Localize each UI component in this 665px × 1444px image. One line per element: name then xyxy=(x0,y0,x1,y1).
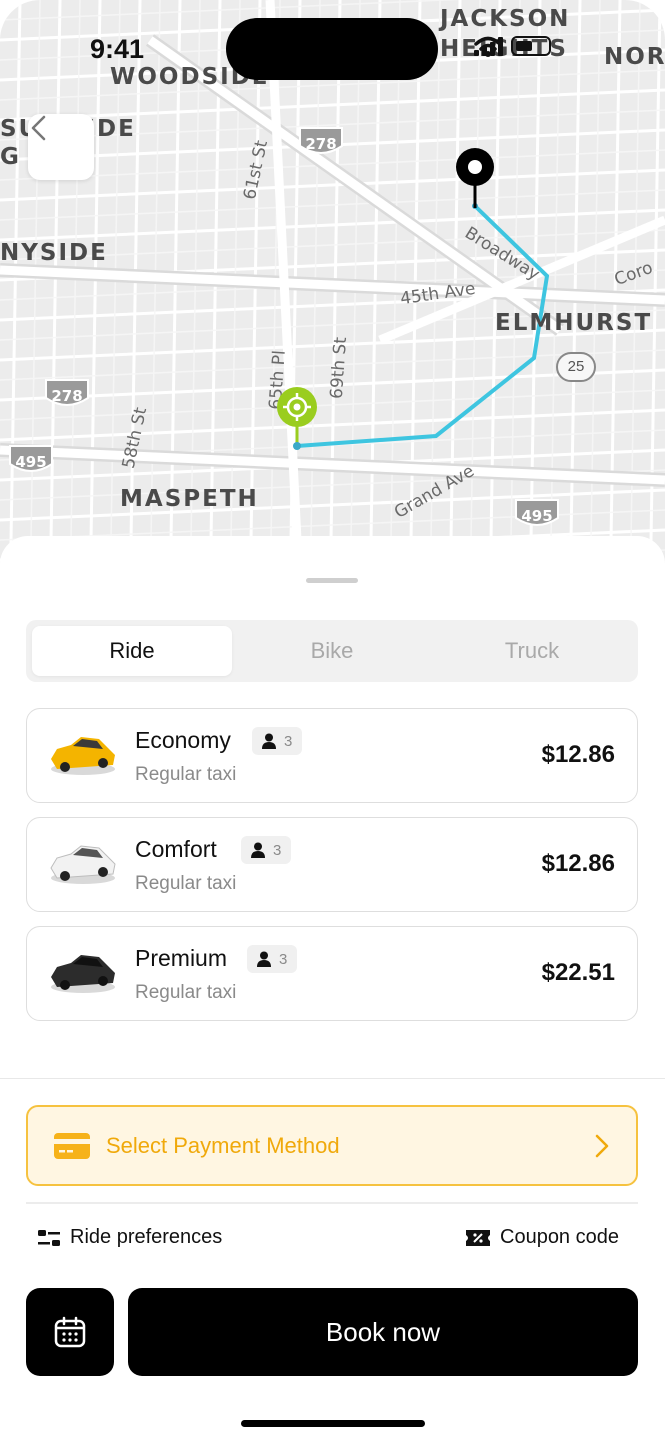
battery-icon xyxy=(511,36,551,56)
map-label-elmhurst: ELMHURST xyxy=(495,310,653,336)
coupon-code-label: Coupon code xyxy=(500,1226,619,1248)
seat-capacity-badge: 3 xyxy=(252,727,303,755)
map-label-maspeth: MASPETH xyxy=(120,486,259,512)
person-icon xyxy=(257,951,271,967)
sheet-drag-handle[interactable] xyxy=(306,578,358,583)
tab-truck[interactable]: Truck xyxy=(432,626,632,676)
credit-card-icon xyxy=(54,1132,90,1159)
yellow-car-icon xyxy=(51,737,115,775)
pickup-location-icon[interactable] xyxy=(276,386,318,428)
wifi-icon xyxy=(474,36,502,57)
map-label-north: NOR xyxy=(604,44,665,70)
map-label-jackson: JACKSON xyxy=(440,6,571,32)
ride-price: $12.86 xyxy=(541,850,615,877)
ride-preferences-label: Ride preferences xyxy=(70,1226,223,1248)
ride-subtitle: Regular taxi xyxy=(135,764,237,785)
ride-subtitle: Regular taxi xyxy=(135,982,237,1003)
ride-name: Economy xyxy=(135,727,231,753)
calendar-icon xyxy=(54,1316,86,1348)
chevron-right-icon xyxy=(595,1134,609,1157)
coupon-code-button[interactable]: Coupon code xyxy=(466,1226,619,1249)
options-divider xyxy=(26,1202,638,1204)
chevron-left-icon xyxy=(31,115,46,141)
status-time: 9:41 xyxy=(90,34,145,64)
dynamic-island xyxy=(226,18,438,80)
schedule-ride-button[interactable] xyxy=(26,1288,114,1376)
highway-278-shield: 278 xyxy=(298,126,344,158)
status-icons xyxy=(474,36,551,57)
home-indicator[interactable] xyxy=(241,1420,425,1427)
vehicle-type-tabs: Ride Bike Truck xyxy=(26,620,638,682)
seat-capacity-badge: 3 xyxy=(241,836,292,864)
map-view[interactable]: WOODSIDE JACKSON HEIGHTS NOR SU YSIDE G … xyxy=(0,0,665,600)
ride-preferences-button[interactable]: Ride preferences xyxy=(38,1226,222,1249)
tab-ride[interactable]: Ride xyxy=(32,626,232,676)
white-car-icon xyxy=(50,845,116,884)
ride-price: $12.86 xyxy=(541,741,615,768)
section-divider xyxy=(0,1078,665,1079)
highway-278-shield: 278 xyxy=(44,378,90,410)
black-car-icon xyxy=(51,955,115,993)
ride-name: Comfort xyxy=(135,836,217,862)
highway-495-shield: 495 xyxy=(514,498,560,530)
ride-option-comfort[interactable]: Comfort 3 Regular taxi $12.86 xyxy=(26,817,638,912)
map-label-sunnyside: NYSIDE xyxy=(0,240,108,266)
ride-option-economy[interactable]: Economy 3 Regular taxi $12.86 xyxy=(26,708,638,803)
person-icon xyxy=(251,842,265,858)
ride-option-premium[interactable]: Premium 3 Regular taxi $22.51 xyxy=(26,926,638,1021)
ride-options-list: Economy 3 Regular taxi $12.86 Comfort 3 xyxy=(26,708,638,1035)
person-icon xyxy=(262,733,276,749)
ride-name: Premium xyxy=(135,945,228,971)
payment-label: Select Payment Method xyxy=(106,1132,340,1158)
destination-pin-icon[interactable] xyxy=(454,146,496,212)
map-roads xyxy=(0,0,665,600)
ride-price: $22.51 xyxy=(541,959,615,986)
preferences-sliders-icon xyxy=(38,1229,60,1246)
ride-selection-sheet: Ride Bike Truck Economy 3 Regular taxi $… xyxy=(0,536,665,1444)
seat-capacity-badge: 3 xyxy=(247,945,298,973)
ride-subtitle: Regular taxi xyxy=(135,873,237,894)
route-25-shield: 25 xyxy=(556,352,596,382)
book-now-button[interactable]: Book now xyxy=(128,1288,638,1376)
highway-495-shield: 495 xyxy=(8,444,54,476)
back-button[interactable] xyxy=(28,114,94,180)
select-payment-method-button[interactable]: Select Payment Method xyxy=(26,1105,638,1186)
coupon-ticket-icon xyxy=(466,1229,490,1246)
tab-bike[interactable]: Bike xyxy=(232,626,432,676)
